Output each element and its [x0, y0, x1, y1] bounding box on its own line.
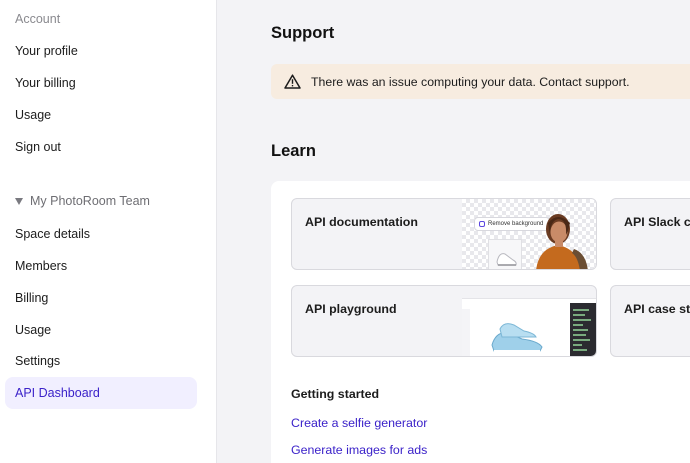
account-section-label: Account — [15, 12, 61, 26]
link-generate-images-for-ads[interactable]: Generate images for ads — [291, 443, 427, 457]
sneaker-preview — [488, 239, 522, 269]
sidebar-item-billing[interactable]: Billing — [5, 282, 197, 314]
caret-down-icon — [15, 198, 23, 205]
playground-sidebar — [462, 309, 470, 356]
card-title: API Slack co — [624, 215, 690, 229]
checkbox-icon — [479, 221, 485, 227]
sidebar-item-your-billing[interactable]: Your billing — [5, 67, 197, 99]
team-name: My PhotoRoom Team — [30, 194, 150, 208]
error-alert: There was an issue computing your data. … — [271, 64, 690, 99]
person-photo — [536, 214, 588, 269]
learn-heading: Learn — [271, 142, 316, 160]
playground-thumbnail — [462, 298, 596, 356]
warning-icon — [284, 74, 301, 89]
playground-code-panel — [570, 303, 596, 356]
card-title: API documentation — [305, 215, 418, 229]
main-content: Support There was an issue computing you… — [218, 0, 690, 463]
sidebar-item-members[interactable]: Members — [5, 250, 197, 282]
alert-message: There was an issue computing your data. … — [311, 74, 630, 89]
sneaker-image — [491, 323, 543, 352]
card-api-case-study[interactable]: API case stu — [610, 285, 690, 357]
remove-background-thumbnail: Remove background — [462, 199, 596, 269]
sidebar-item-settings[interactable]: Settings — [5, 345, 197, 377]
link-create-selfie-generator[interactable]: Create a selfie generator — [291, 416, 427, 430]
sidebar: Account Your profile Your billing Usage … — [0, 0, 217, 463]
card-title: API case stu — [624, 302, 690, 316]
getting-started-heading: Getting started — [291, 387, 380, 401]
support-heading: Support — [271, 24, 335, 42]
sidebar-item-api-dashboard[interactable]: API Dashboard — [5, 377, 197, 409]
sidebar-item-sign-out[interactable]: Sign out — [5, 131, 197, 163]
team-switcher[interactable]: My PhotoRoom Team — [15, 194, 150, 208]
sidebar-item-space-details[interactable]: Space details — [5, 218, 197, 250]
card-api-playground[interactable]: API playground — [291, 285, 597, 357]
sidebar-item-usage[interactable]: Usage — [5, 99, 197, 131]
sidebar-item-your-profile[interactable]: Your profile — [5, 35, 197, 67]
card-title: API playground — [305, 302, 397, 316]
sidebar-item-team-usage[interactable]: Usage — [5, 314, 197, 346]
card-api-documentation[interactable]: API documentation Remove background — [291, 198, 597, 270]
sneaker-icon — [496, 253, 517, 266]
card-api-slack[interactable]: API Slack co — [610, 198, 690, 270]
